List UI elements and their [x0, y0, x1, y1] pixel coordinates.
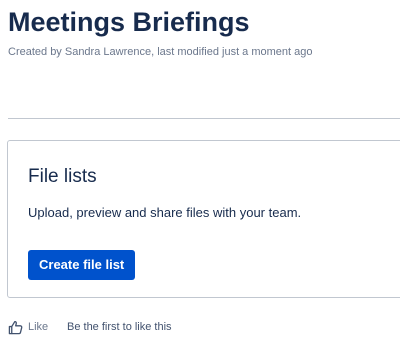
create-file-list-button[interactable]: Create file list — [28, 250, 136, 280]
like-label: Like — [28, 321, 49, 333]
like-button[interactable]: Like — [8, 320, 48, 335]
like-status-text: Be the first to like this — [67, 321, 172, 333]
page-title: Meetings Briefings — [8, 7, 250, 37]
file-list-card: File lists Upload, preview and share fil… — [7, 140, 400, 298]
file-list-card-description: Upload, preview and share files with you… — [28, 205, 302, 220]
file-list-card-title: File lists — [28, 166, 97, 187]
thumbs-up-icon — [8, 320, 23, 335]
page-byline: Created by Sandra Lawrence, last modifie… — [8, 46, 313, 58]
content-divider — [8, 118, 400, 119]
